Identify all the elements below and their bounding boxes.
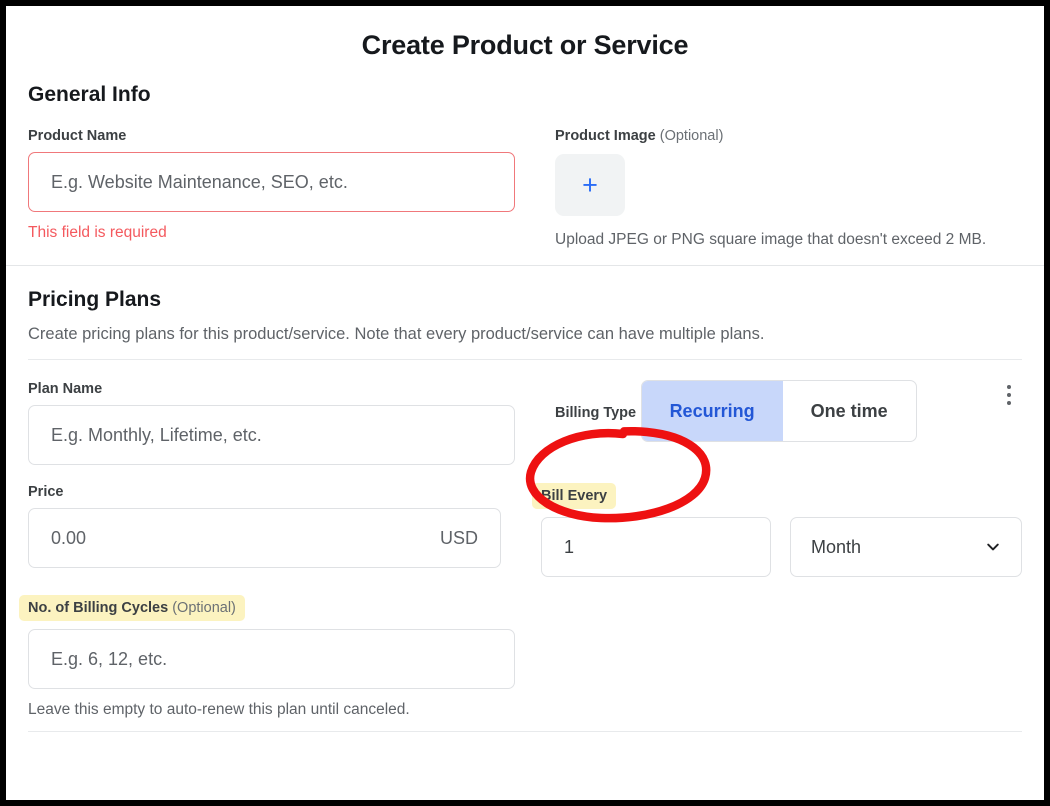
plan-name-input[interactable]: E.g. Monthly, Lifetime, etc. — [28, 405, 515, 465]
bill-every-row: 1 Month — [541, 517, 1022, 577]
kebab-dot — [1007, 385, 1011, 389]
plan-row-price-billevery: Price 0.00 USD Bill Every 1 Month — [28, 483, 1022, 577]
plan-name-group: Plan Name E.g. Monthly, Lifetime, etc. — [28, 380, 515, 465]
billing-cycles-input[interactable]: E.g. 6, 12, etc. — [28, 629, 515, 689]
product-image-hint: Upload JPEG or PNG square image that doe… — [555, 231, 1022, 249]
product-name-group: Product Name E.g. Website Maintenance, S… — [28, 127, 515, 249]
product-image-upload-button[interactable]: + — [555, 154, 625, 216]
bill-every-unit-value: Month — [811, 537, 861, 558]
page-title: Create Product or Service — [6, 30, 1044, 61]
price-input[interactable]: 0.00 USD — [28, 508, 501, 568]
plus-icon: + — [582, 172, 598, 199]
plan-row-name-billing: Plan Name E.g. Monthly, Lifetime, etc. B… — [28, 380, 1022, 465]
pricing-plans-description: Create pricing plans for this product/se… — [28, 323, 1022, 345]
billing-cycles-placeholder: E.g. 6, 12, etc. — [51, 649, 167, 670]
product-name-input[interactable]: E.g. Website Maintenance, SEO, etc. — [28, 152, 515, 212]
product-name-error: This field is required — [28, 224, 515, 242]
product-image-group: Product Image (Optional) + Upload JPEG o… — [555, 127, 1022, 249]
kebab-menu-icon[interactable] — [998, 380, 1020, 410]
billing-cycles-label: No. of Billing Cycles (Optional) — [19, 595, 245, 621]
product-image-label-text: Product Image — [555, 128, 656, 144]
bill-every-count-value: 1 — [564, 537, 574, 558]
plan-row-billing-cycles: No. of Billing Cycles (Optional) E.g. 6,… — [28, 595, 1022, 719]
plan-name-placeholder: E.g. Monthly, Lifetime, etc. — [51, 425, 262, 446]
kebab-dot — [1007, 393, 1011, 397]
product-image-optional: (Optional) — [660, 128, 724, 144]
pricing-plans-heading: Pricing Plans — [28, 288, 1022, 312]
pricing-plans-section: Pricing Plans Create pricing plans for t… — [6, 288, 1044, 345]
general-info-row: Product Name E.g. Website Maintenance, S… — [28, 127, 1022, 249]
plan-divider — [28, 359, 1022, 360]
general-info-section: General Info Product Name E.g. Website M… — [6, 83, 1044, 249]
bill-every-label: Bill Every — [532, 483, 616, 509]
billing-cycles-group: No. of Billing Cycles (Optional) E.g. 6,… — [28, 595, 515, 719]
kebab-dot — [1007, 401, 1011, 405]
price-currency: USD — [440, 528, 478, 549]
billing-type-option-one-time[interactable]: One time — [783, 381, 916, 441]
billing-cycles-label-text: No. of Billing Cycles — [28, 600, 168, 616]
billing-cycles-help: Leave this empty to auto-renew this plan… — [28, 701, 515, 719]
bill-every-group: Bill Every 1 Month — [541, 483, 1022, 577]
price-group: Price 0.00 USD — [28, 483, 501, 577]
product-name-placeholder: E.g. Website Maintenance, SEO, etc. — [51, 172, 348, 193]
create-product-page: Create Product or Service General Info P… — [6, 6, 1044, 800]
general-info-heading: General Info — [28, 83, 1022, 107]
plan-bottom-divider — [28, 731, 1022, 732]
billing-type-group: Billing Type Recurring One time — [555, 380, 1022, 465]
plan-card: Plan Name E.g. Monthly, Lifetime, etc. B… — [6, 380, 1044, 719]
bill-every-unit-select[interactable]: Month — [790, 517, 1022, 577]
product-image-label: Product Image (Optional) — [555, 128, 723, 144]
price-placeholder: 0.00 — [51, 528, 86, 549]
billing-type-option-recurring[interactable]: Recurring — [642, 381, 783, 441]
chevron-down-icon — [985, 539, 1001, 555]
plan-name-label: Plan Name — [28, 381, 102, 397]
section-divider — [6, 265, 1044, 266]
billing-cycles-optional: (Optional) — [172, 600, 236, 616]
product-name-label: Product Name — [28, 128, 126, 144]
billing-type-segmented-control[interactable]: Recurring One time — [641, 380, 917, 442]
billing-type-label: Billing Type — [555, 405, 636, 421]
screenshot-frame: Create Product or Service General Info P… — [0, 0, 1050, 806]
price-label: Price — [28, 484, 63, 500]
plan-row-spacer — [555, 595, 1022, 719]
bill-every-count-input[interactable]: 1 — [541, 517, 771, 577]
